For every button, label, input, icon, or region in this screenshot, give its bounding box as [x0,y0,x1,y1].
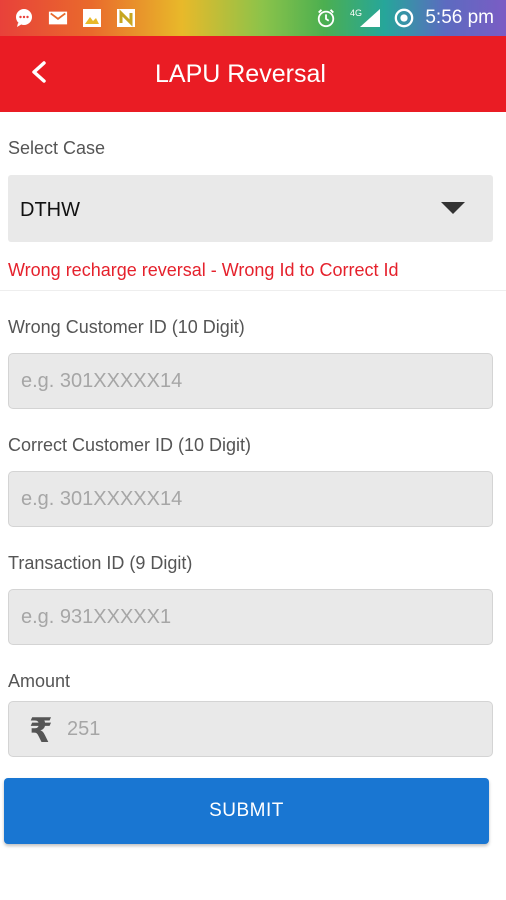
gmail-icon [48,8,68,28]
arrow-back-icon [30,60,50,88]
alarm-icon [316,8,336,28]
case-description: Wrong recharge reversal - Wrong Id to Co… [8,260,399,280]
network-type-label: 4G [350,8,362,18]
status-time: 5:56 pm [425,7,494,28]
amount-input[interactable] [67,702,487,756]
data-saver-icon [394,8,414,28]
status-bar: 4G 5:56 pm [0,0,506,36]
transaction-id-label: Transaction ID (9 Digit) [8,553,193,573]
select-case-value: DTHW [20,199,80,221]
correct-customer-id-input[interactable] [9,472,492,526]
amount-field: ₹ [8,701,493,757]
wrong-customer-id-label: Wrong Customer ID (10 Digit) [8,317,245,337]
dropdown-arrow-icon [441,202,465,214]
signal-icon: 4G [350,8,382,28]
back-button[interactable] [20,54,60,94]
wrong-customer-id-input[interactable] [9,354,492,408]
transaction-id-field [8,589,493,645]
page-title: LAPU Reversal [155,60,326,88]
transaction-id-input[interactable] [9,590,492,644]
divider [0,290,506,291]
correct-customer-id-field [8,471,493,527]
submit-button[interactable]: SUBMIT [4,778,489,844]
select-case-label: Select Case [8,138,106,158]
image-icon [82,8,102,28]
rupee-icon: ₹ [29,711,53,751]
n-app-icon [116,8,136,28]
app-bar: LAPU Reversal [0,36,506,112]
select-case-dropdown[interactable]: DTHW [8,175,493,242]
amount-label: Amount [8,671,71,691]
correct-customer-id-label: Correct Customer ID (10 Digit) [8,435,252,455]
wrong-customer-id-field [8,353,493,409]
chat-bubble-icon [14,8,34,28]
